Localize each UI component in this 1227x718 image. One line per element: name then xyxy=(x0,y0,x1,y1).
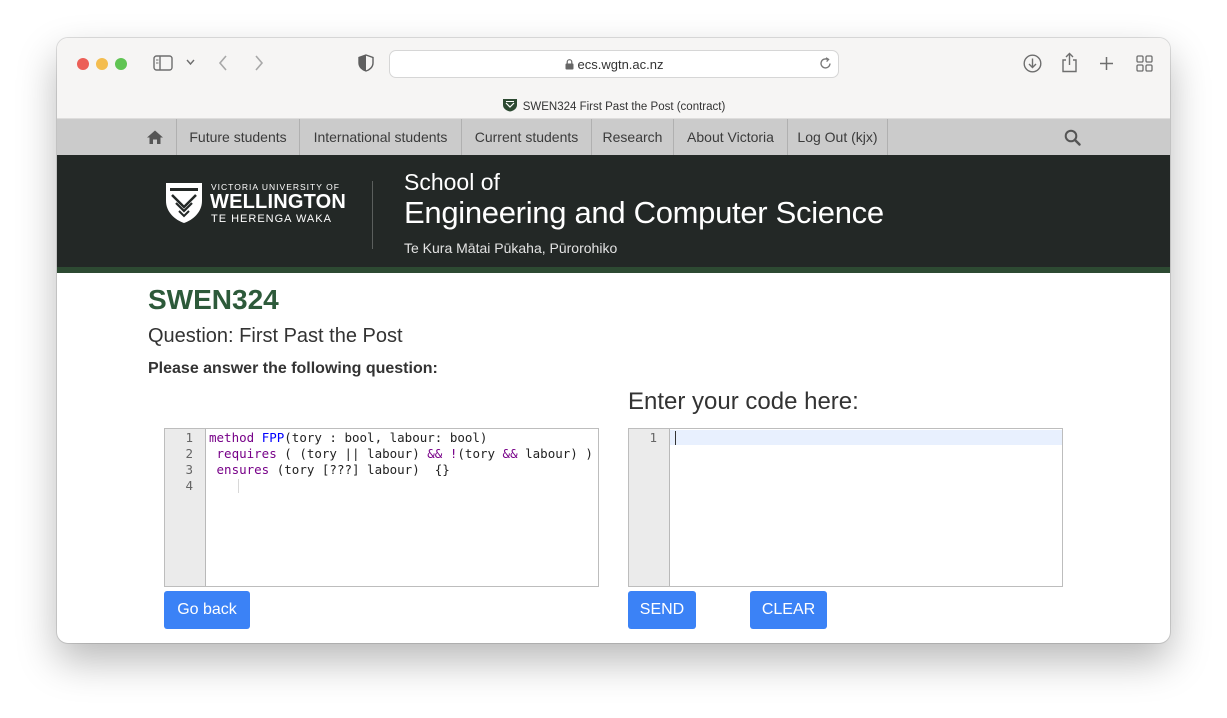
nav-research[interactable]: Research xyxy=(591,119,673,155)
instruction-text: Please answer the following question: xyxy=(148,360,438,377)
enter-code-heading: Enter your code here: xyxy=(628,388,859,415)
download-icon[interactable] xyxy=(1023,54,1042,73)
indent-guide xyxy=(238,479,239,493)
banner-accent-bar xyxy=(57,267,1170,273)
minimize-window-button[interactable] xyxy=(96,58,108,70)
university-crest-icon xyxy=(166,183,202,223)
tab-title-text: SWEN324 First Past the Post (contract) xyxy=(522,101,726,113)
code-token: (tory : bool, labour: bool) xyxy=(284,430,488,445)
school-banner: VICTORIA UNIVERSITY OF WELLINGTON TE HER… xyxy=(57,155,1170,267)
lock-icon xyxy=(565,58,574,73)
code-line: requires ( (tory || labour) && !(tory &&… xyxy=(209,446,593,461)
back-arrow-icon[interactable] xyxy=(218,55,228,71)
question-code-editor[interactable]: 1234 method FPP(tory : bool, labour: boo… xyxy=(164,428,599,587)
code-token: && xyxy=(502,446,518,461)
search-icon[interactable] xyxy=(1064,129,1081,146)
active-line-highlight xyxy=(670,430,1062,445)
banner-divider xyxy=(372,181,373,249)
home-icon[interactable] xyxy=(146,129,164,145)
school-maori-name: Te Kura Mātai Pūkaha, Pūrorohiko xyxy=(404,240,618,256)
forward-arrow-icon[interactable] xyxy=(254,55,264,71)
code-token: ( (tory || labour) xyxy=(276,446,428,461)
nav-current-students[interactable]: Current students xyxy=(461,119,591,155)
code-token: FPP xyxy=(261,430,285,445)
nav-log-out[interactable]: Log Out (kjx) xyxy=(787,119,888,155)
nav-about-victoria[interactable]: About Victoria xyxy=(673,119,787,155)
code-token: (tory xyxy=(457,446,503,461)
browser-window: ecs.wgtn.ac.nz SWEN324 First Past the Po… xyxy=(57,38,1170,643)
new-tab-icon[interactable] xyxy=(1099,56,1114,71)
line-number-gutter: 1234 xyxy=(165,429,206,586)
line-number: 1 xyxy=(649,430,657,445)
code-token: && xyxy=(427,446,443,461)
text-cursor xyxy=(675,431,676,445)
send-button[interactable]: SEND xyxy=(628,591,696,629)
browser-toolbar: ecs.wgtn.ac.nz SWEN324 First Past the Po… xyxy=(57,38,1170,119)
code-token: (tory [???] labour) {} xyxy=(269,462,450,477)
university-name: WELLINGTON xyxy=(210,191,347,213)
chevron-down-icon[interactable] xyxy=(186,59,195,66)
line-number: 3 xyxy=(185,462,193,477)
close-window-button[interactable] xyxy=(77,58,89,70)
code-line: ensures (tory [???] labour) {} xyxy=(209,462,450,477)
university-maori-name: TE HERENGA WAKA xyxy=(211,213,332,225)
go-back-button[interactable]: Go back xyxy=(164,591,250,629)
site-favicon-icon xyxy=(502,98,518,115)
line-number-gutter: 1 xyxy=(629,429,670,586)
share-icon[interactable] xyxy=(1061,52,1078,73)
address-bar[interactable]: ecs.wgtn.ac.nz xyxy=(389,50,839,78)
code-line: method FPP(tory : bool, labour: bool) xyxy=(209,430,487,445)
code-token: ensures xyxy=(216,462,270,477)
school-name: Engineering and Computer Science xyxy=(404,195,884,230)
line-number: 4 xyxy=(185,478,193,493)
site-nav: Future students International students C… xyxy=(57,119,1170,156)
reload-icon[interactable] xyxy=(819,57,832,70)
nav-future-students[interactable]: Future students xyxy=(176,119,299,155)
tab-title[interactable]: SWEN324 First Past the Post (contract) xyxy=(57,96,1170,113)
code-token: requires xyxy=(216,446,277,461)
privacy-shield-icon[interactable] xyxy=(358,54,374,72)
url-text: ecs.wgtn.ac.nz xyxy=(577,57,664,72)
line-number: 2 xyxy=(185,446,193,461)
sidebar-icon[interactable] xyxy=(153,55,173,71)
line-number: 1 xyxy=(185,430,193,445)
zoom-window-button[interactable] xyxy=(115,58,127,70)
answer-code-editor[interactable]: 1 xyxy=(628,428,1063,587)
code-token: method xyxy=(209,430,255,445)
course-title: SWEN324 xyxy=(148,284,279,315)
question-title: Question: First Past the Post xyxy=(148,325,403,347)
nav-international-students[interactable]: International students xyxy=(299,119,461,155)
school-of-label: School of xyxy=(404,169,500,195)
code-token: labour) ) xyxy=(517,446,593,461)
tab-overview-icon[interactable] xyxy=(1136,55,1153,72)
clear-button[interactable]: CLEAR xyxy=(750,591,827,629)
